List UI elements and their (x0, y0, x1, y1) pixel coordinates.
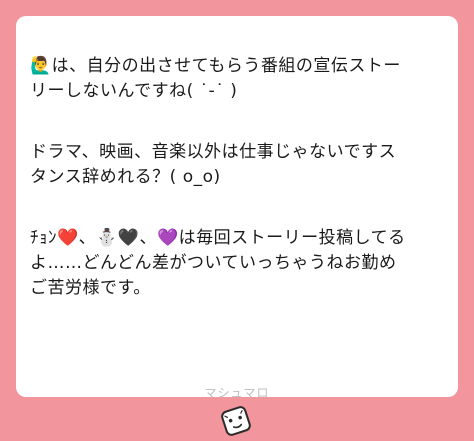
message-line: リーしないんですね( ˙-˙ ) (30, 81, 238, 101)
message-line: よ……どんどん差がついていっちゃうねお勤め (30, 253, 397, 273)
message-line: ご苦労様です。 (30, 278, 151, 298)
message-line: タンス辞めれる？( o_o) (30, 167, 221, 187)
marshmallow-mascot-icon (221, 406, 251, 436)
message-card: 🙋‍♂️は、自分の出させてもらう番組の宣伝ストー リーしないんですね( ˙-˙ … (16, 16, 458, 400)
message-line: 🙋‍♂️は、自分の出させてもらう番組の宣伝ストー (30, 56, 401, 76)
brand-name: マシュマロ (204, 386, 270, 400)
message-body: 🙋‍♂️は、自分の出させてもらう番組の宣伝ストー リーしないんですね( ˙-˙ … (30, 54, 448, 301)
message-line: ﾁｮﾝ❤️、⛄🖤、💜は毎回ストーリー投稿してる (30, 228, 406, 248)
message-line: ドラマ、映画、音楽以外は仕事じゃないですス (30, 142, 397, 162)
